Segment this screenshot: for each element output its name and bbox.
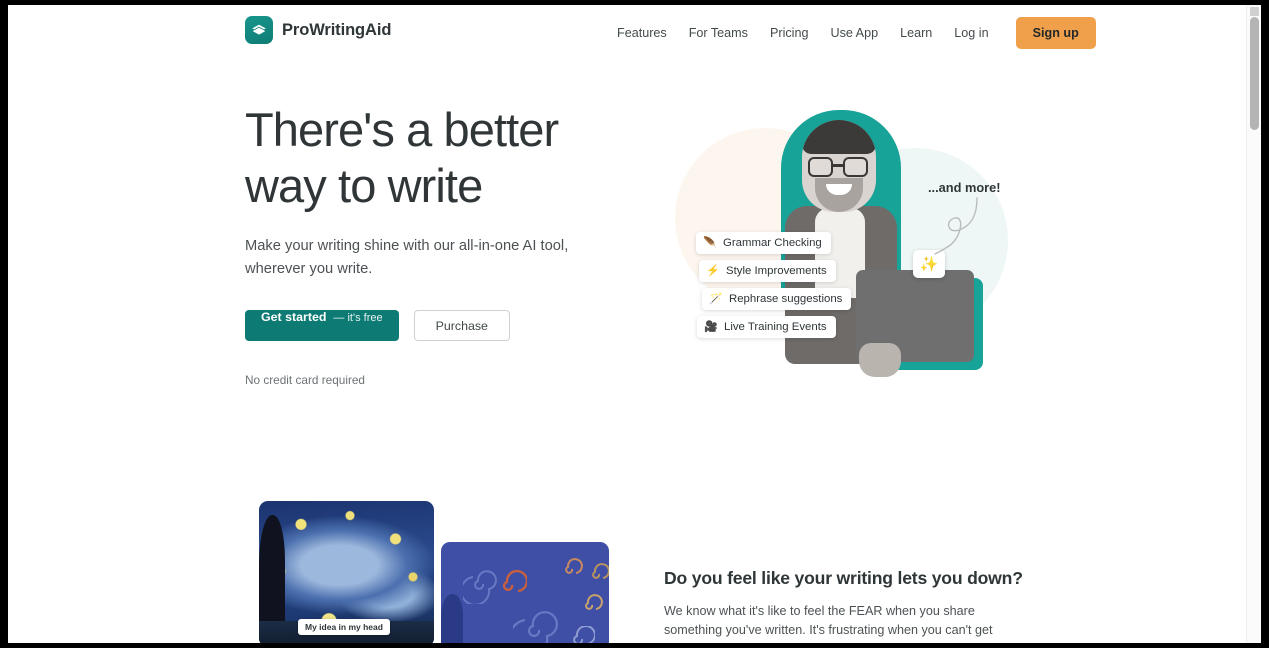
site-header: ProWritingAid Features For Teams Pricing…	[8, 5, 1246, 61]
feature-pill-grammar-checking[interactable]: 🪶 Grammar Checking	[696, 232, 831, 254]
get-started-label: Get started	[261, 310, 327, 324]
image-caption-badge: My idea in my head	[298, 619, 390, 635]
nav-link-use-app[interactable]: Use App	[819, 20, 889, 46]
hero-actions: Get started — it's free Purchase	[245, 310, 605, 341]
scrollbar-thumb[interactable]	[1250, 17, 1259, 130]
page-viewport: ProWritingAid Features For Teams Pricing…	[8, 5, 1261, 643]
sign-up-button[interactable]: Sign up	[1015, 17, 1096, 49]
feature-pill-style-improvements[interactable]: ⚡ Style Improvements	[699, 260, 836, 282]
squiggle-arrow-icon	[934, 197, 978, 255]
sketch-moon-icon	[502, 570, 527, 593]
hero-subtitle: Make your writing shine with our all-in-…	[245, 238, 569, 277]
browser-window-frame: ProWritingAid Features For Teams Pricing…	[0, 0, 1269, 648]
feature-pill-list: 🪶 Grammar Checking ⚡ Style Improvements …	[696, 232, 852, 338]
feature-pill-live-training-events[interactable]: 🎥 Live Training Events	[697, 316, 836, 338]
sketch-star-icon	[585, 594, 603, 610]
feature-pill-label: Style Improvements	[726, 265, 827, 277]
video-camera-icon: 🎥	[704, 320, 718, 333]
glasses-right-lens-icon	[843, 157, 868, 177]
section-two-copy: Do you feel like your writing lets you d…	[664, 568, 1024, 643]
page-scrollbar[interactable]	[1246, 5, 1261, 643]
starry-night-comparison-illustration: My idea in my head	[253, 501, 609, 643]
section-two-body: We know what it's like to feel the FEAR …	[664, 604, 993, 643]
glasses-left-lens-icon	[808, 157, 833, 177]
hero-illustration: ✨ ...and more! 🪶 Grammar Checking ⚡ Styl…	[663, 100, 1023, 400]
stacked-pages-logo-icon	[245, 16, 273, 44]
feature-pill-label: Live Training Events	[724, 321, 827, 333]
sketch-star-icon	[592, 563, 609, 579]
lightning-bolt-icon: ⚡	[706, 264, 720, 277]
sketch-star-icon	[565, 558, 583, 574]
hero-copy: There's a better way to write Make your …	[245, 102, 605, 387]
person-hair	[802, 120, 876, 154]
nav-link-for-teams[interactable]: For Teams	[678, 20, 759, 46]
hero-title: There's a better way to write	[245, 103, 559, 212]
feature-pill-label: Grammar Checking	[723, 237, 822, 249]
webpage-content: ProWritingAid Features For Teams Pricing…	[8, 5, 1246, 643]
main-navigation: Features For Teams Pricing Use App Learn…	[606, 5, 1096, 61]
nav-link-learn[interactable]: Learn	[889, 20, 943, 46]
get-started-button[interactable]: Get started — it's free	[245, 310, 399, 341]
sketch-cypress-tree	[441, 594, 463, 643]
magic-wand-icon: 🪄	[709, 292, 723, 305]
scroll-up-arrow-icon[interactable]	[1250, 7, 1259, 16]
feature-pill-rephrase-suggestions[interactable]: 🪄 Rephrase suggestions	[702, 288, 852, 310]
sketch-swirl-icon	[573, 626, 595, 643]
purchase-button[interactable]: Purchase	[413, 310, 510, 341]
no-credit-card-note: No credit card required	[245, 373, 365, 387]
get-started-sublabel: — it's free	[333, 312, 383, 324]
sketch-swirl-icon	[513, 611, 558, 643]
and-more-callout: ...and more!	[928, 180, 1001, 195]
nav-link-features[interactable]: Features	[606, 20, 678, 46]
brand-name: ProWritingAid	[282, 20, 392, 39]
feature-pill-label: Rephrase suggestions	[729, 293, 843, 305]
glasses-bridge-icon	[833, 164, 845, 167]
section-two-title: Do you feel like your writing lets you d…	[664, 568, 1023, 588]
nav-link-log-in[interactable]: Log in	[943, 20, 999, 46]
person-hand	[859, 343, 901, 377]
person-head	[802, 120, 876, 212]
brand-logo-link[interactable]: ProWritingAid	[245, 16, 391, 44]
feather-pen-icon: 🪶	[703, 236, 717, 249]
simplified-sketch-image	[441, 542, 609, 643]
nav-link-pricing[interactable]: Pricing	[759, 20, 820, 46]
